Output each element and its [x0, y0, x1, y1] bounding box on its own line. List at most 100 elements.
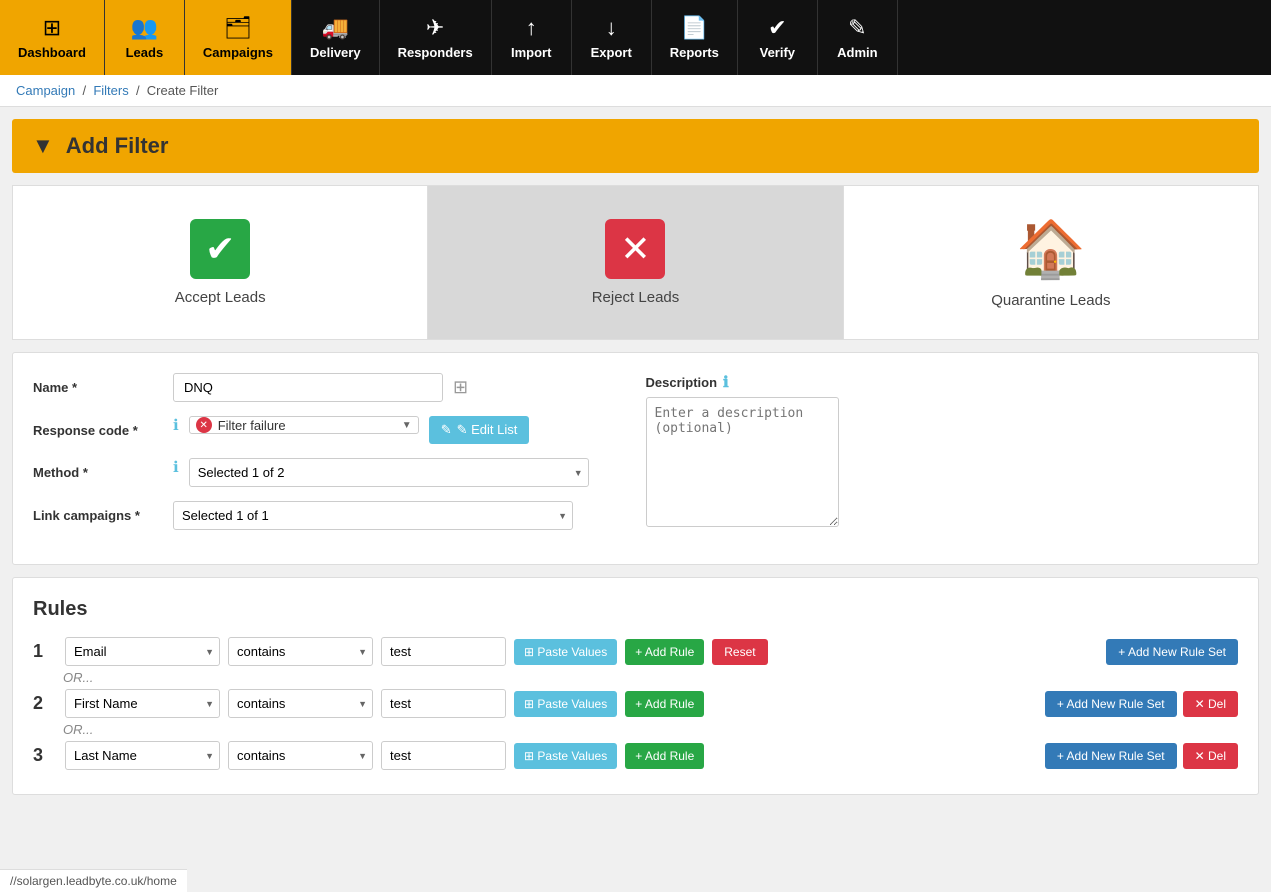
form-section: Name * ⊞ Response code * ℹ ✕ Filter fail… — [12, 352, 1259, 565]
rule-1-reset-button[interactable]: Reset — [712, 639, 767, 665]
response-code-row: Response code * ℹ ✕ Filter failure ▼ ✎ ✎… — [33, 416, 626, 444]
quarantine-icon: 🏠 — [1016, 216, 1086, 282]
breadcrumb-campaign[interactable]: Campaign — [16, 83, 75, 98]
name-label: Name * — [33, 373, 163, 395]
filter-card-accept[interactable]: ✔ Accept Leads — [12, 185, 427, 340]
rule-2-add-rule-set-button[interactable]: + Add New Rule Set — [1045, 691, 1177, 717]
rule-2-del-button[interactable]: ✕ Del — [1183, 691, 1238, 717]
rule-2-operator-select[interactable]: contains equals — [228, 689, 373, 718]
breadcrumb-current: Create Filter — [147, 83, 219, 98]
rule-3-add-rule-button[interactable]: + Add Rule — [625, 743, 704, 769]
method-row: Method * ℹ Selected 1 of 2 — [33, 458, 626, 487]
rule-1-right-buttons: + Add New Rule Set — [1106, 639, 1238, 665]
nav-dashboard[interactable]: ⊞ Dashboard — [0, 0, 105, 75]
rule-3-field-wrapper: Last Name Email First Name — [65, 741, 220, 770]
name-icon: ⊞ — [453, 373, 468, 398]
rule-2-field-select[interactable]: First Name Email Last Name — [65, 689, 220, 718]
nav-reports-label: Reports — [670, 45, 719, 60]
rule-3-right-buttons: + Add New Rule Set ✕ Del — [1045, 743, 1238, 769]
nav-delivery[interactable]: 🚚 Delivery — [292, 0, 380, 75]
rule-1-field-wrapper: Email First Name Last Name — [65, 637, 220, 666]
nav-responders-label: Responders — [398, 45, 473, 60]
status-url: //solargen.leadbyte.co.uk/home — [10, 874, 177, 888]
rule-2-op-wrapper: contains equals — [228, 689, 373, 718]
reject-icon: ✕ — [605, 219, 665, 279]
add-filter-header: ▼ Add Filter — [12, 119, 1259, 173]
filter-card-quarantine[interactable]: 🏠 Quarantine Leads — [844, 185, 1259, 340]
accept-icon: ✔ — [190, 219, 250, 279]
rule-2-field-wrapper: First Name Email Last Name — [65, 689, 220, 718]
nav-reports[interactable]: 📄 Reports — [652, 0, 738, 75]
dashboard-icon: ⊞ — [43, 15, 61, 41]
or-divider-1: OR... — [63, 670, 1238, 685]
reports-icon: 📄 — [681, 15, 708, 41]
breadcrumb-filters[interactable]: Filters — [93, 83, 128, 98]
link-campaigns-select-wrapper: Selected 1 of 1 — [173, 501, 573, 530]
or-divider-2: OR... — [63, 722, 1238, 737]
leads-icon: 👥 — [131, 15, 158, 41]
response-code-select-container: ✕ Filter failure ▼ — [189, 416, 419, 434]
nav-verify-label: Verify — [760, 45, 795, 60]
rule-3-value-input[interactable] — [381, 741, 506, 770]
nav-bar: ⊞ Dashboard 👥 Leads 🗂 Campaigns 🚚 Delive… — [0, 0, 1271, 75]
rule-row-3: 3 Last Name Email First Name contains eq… — [33, 741, 1238, 770]
edit-list-button[interactable]: ✎ ✎ Edit List — [429, 416, 530, 444]
response-code-x-badge: ✕ — [196, 417, 212, 433]
rule-3-operator-select[interactable]: contains equals — [228, 741, 373, 770]
method-select-wrapper: Selected 1 of 2 — [189, 458, 589, 487]
name-input[interactable] — [173, 373, 443, 402]
rule-1-add-rule-set-button[interactable]: + Add New Rule Set — [1106, 639, 1238, 665]
verify-icon: ✔ — [768, 15, 786, 41]
response-code-dropdown-arrow: ▼ — [402, 420, 412, 431]
nav-admin[interactable]: ✎ Admin — [818, 0, 898, 75]
nav-leads[interactable]: 👥 Leads — [105, 0, 185, 75]
rule-3-field-select[interactable]: Last Name Email First Name — [65, 741, 220, 770]
delivery-icon: 🚚 — [322, 15, 349, 41]
nav-export-label: Export — [591, 45, 632, 60]
quarantine-label: Quarantine Leads — [991, 292, 1110, 309]
description-block: Description ℹ — [646, 373, 1239, 544]
description-textarea[interactable] — [646, 397, 839, 527]
status-bar: //solargen.leadbyte.co.uk/home — [0, 869, 187, 892]
admin-icon: ✎ — [848, 15, 866, 41]
method-select[interactable]: Selected 1 of 2 — [189, 458, 589, 487]
rule-2-right-buttons: + Add New Rule Set ✕ Del — [1045, 691, 1238, 717]
response-code-label: Response code * — [33, 416, 163, 438]
breadcrumb: Campaign / Filters / Create Filter — [0, 75, 1271, 107]
link-campaigns-row: Link campaigns * Selected 1 of 1 — [33, 501, 626, 530]
campaigns-icon: 🗂 — [224, 15, 252, 41]
rule-1-operator-select[interactable]: contains equals — [228, 637, 373, 666]
nav-campaigns[interactable]: 🗂 Campaigns — [185, 0, 292, 75]
page-title: Add Filter — [66, 133, 169, 159]
nav-export[interactable]: ↓ Export — [572, 0, 652, 75]
filter-type-cards: ✔ Accept Leads ✕ Reject Leads 🏠 Quaranti… — [12, 185, 1259, 340]
nav-responders[interactable]: ✈ Responders — [380, 0, 492, 75]
response-code-value: Filter failure — [218, 418, 402, 433]
rule-3-del-button[interactable]: ✕ Del — [1183, 743, 1238, 769]
rule-1-field-select[interactable]: Email First Name Last Name — [65, 637, 220, 666]
rule-1-value-input[interactable] — [381, 637, 506, 666]
rule-3-op-wrapper: contains equals — [228, 741, 373, 770]
filter-card-reject[interactable]: ✕ Reject Leads — [427, 185, 843, 340]
import-icon: ↑ — [526, 15, 537, 41]
rule-row-1: 1 Email First Name Last Name contains eq… — [33, 637, 1238, 666]
rule-2-value-input[interactable] — [381, 689, 506, 718]
method-info-icon[interactable]: ℹ — [173, 458, 179, 476]
rule-3-paste-button[interactable]: ⊞ Paste Values — [514, 743, 617, 769]
method-label: Method * — [33, 458, 163, 480]
rule-1-add-rule-button[interactable]: + Add Rule — [625, 639, 704, 665]
rule-3-add-rule-set-button[interactable]: + Add New Rule Set — [1045, 743, 1177, 769]
nav-delivery-label: Delivery — [310, 45, 361, 60]
rule-2-paste-button[interactable]: ⊞ Paste Values — [514, 691, 617, 717]
description-info-icon[interactable]: ℹ — [723, 373, 729, 391]
responders-icon: ✈ — [426, 15, 444, 41]
accept-label: Accept Leads — [175, 289, 266, 306]
nav-import[interactable]: ↑ Import — [492, 0, 572, 75]
response-code-info-icon[interactable]: ℹ — [173, 416, 179, 434]
rule-2-add-rule-button[interactable]: + Add Rule — [625, 691, 704, 717]
rule-1-paste-button[interactable]: ⊞ Paste Values — [514, 639, 617, 665]
nav-verify[interactable]: ✔ Verify — [738, 0, 818, 75]
link-campaigns-select[interactable]: Selected 1 of 1 — [173, 501, 573, 530]
nav-dashboard-label: Dashboard — [18, 45, 86, 60]
link-campaigns-label: Link campaigns * — [33, 501, 163, 523]
